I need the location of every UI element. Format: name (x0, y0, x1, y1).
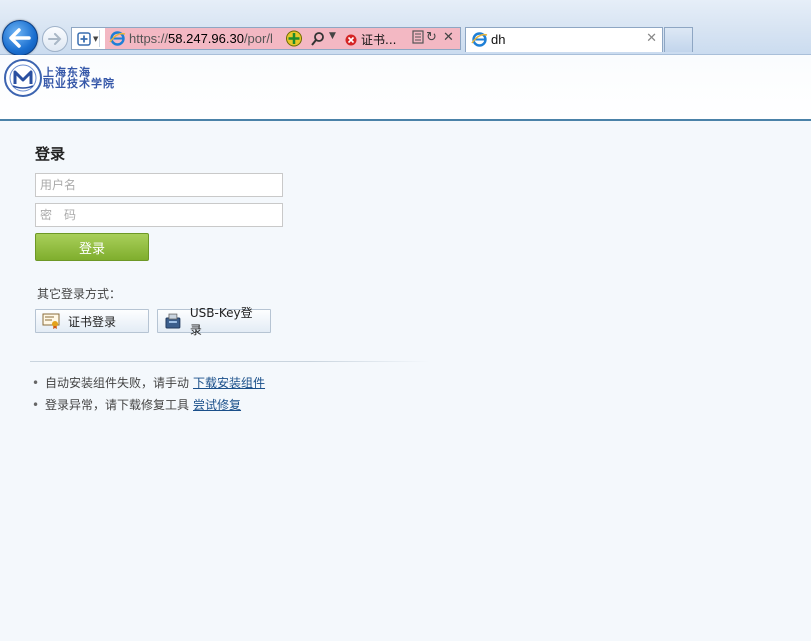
section-divider (30, 361, 430, 362)
arrow-right-icon (48, 33, 62, 45)
browser-toolbar: ▼ https://58.247.96.30/por/l ▼ 证书... ↻ ✕… (0, 0, 811, 56)
url-text[interactable]: https://58.247.96.30/por/l (129, 31, 281, 47)
compat-page-icon[interactable] (412, 30, 424, 48)
site-security-button[interactable]: ▼ (74, 30, 100, 47)
ie-tab-icon (471, 31, 488, 51)
back-button[interactable] (2, 20, 38, 56)
login-button[interactable]: 登录 (35, 233, 149, 261)
stop-icon[interactable]: ✕ (443, 30, 454, 45)
search-icon[interactable] (310, 31, 326, 50)
try-repair-link[interactable]: 尝试修复 (193, 396, 241, 413)
help-text-download: 自动安装组件失败，请手动 (45, 376, 190, 390)
usb-key-icon (165, 313, 181, 329)
search-dropdown-icon[interactable]: ▼ (329, 31, 336, 41)
list-item: • 登录异常，请下载修复工具 尝试修复 (32, 396, 265, 413)
bullet-icon: • (32, 375, 40, 390)
arrow-left-icon (9, 28, 31, 48)
tab-close-icon[interactable]: ✕ (646, 31, 657, 46)
login-title: 登录 (35, 145, 66, 163)
refresh-icon[interactable]: ↻ (426, 30, 437, 45)
help-text-repair: 登录异常，请下载修复工具 (45, 398, 190, 412)
ie-page-icon (109, 30, 126, 50)
shield-plus-icon (77, 31, 91, 46)
other-login-methods-label: 其它登录方式： (37, 287, 122, 301)
school-seal-logo (4, 59, 42, 97)
new-tab-button[interactable] (664, 27, 693, 52)
help-list: • 自动安装组件失败，请手动 下载安装组件 • 登录异常，请下载修复工具 尝试修… (32, 374, 265, 413)
usbkey-login-button[interactable]: USB-Key登录 (157, 306, 271, 337)
bullet-icon: • (32, 397, 40, 412)
certificate-error-label: 证书... (361, 33, 397, 47)
certificate-icon (42, 313, 60, 329)
certificate-login-label: 证书登录 (68, 314, 117, 329)
browser-tab[interactable]: dh ✕ (465, 27, 663, 52)
download-components-link[interactable]: 下载安装组件 (193, 374, 265, 391)
site-header: 上海东海 职业技术学院 (0, 55, 811, 121)
school-name-logo: 上海东海 职业技术学院 (43, 66, 115, 90)
forward-button[interactable] (42, 26, 68, 52)
username-input[interactable] (35, 173, 283, 197)
tab-title: dh (491, 32, 506, 47)
certificate-error-button[interactable]: 证书... (345, 31, 396, 48)
list-item: • 自动安装组件失败，请手动 下载安装组件 (32, 374, 265, 391)
chevron-down-icon: ▼ (93, 34, 99, 43)
address-bar[interactable]: ▼ https://58.247.96.30/por/l ▼ 证书... ↻ ✕ (71, 27, 461, 50)
compatibility-view-icon[interactable] (285, 30, 303, 50)
password-input[interactable] (35, 203, 283, 227)
usbkey-login-label: USB-Key登录 (189, 306, 253, 337)
certificate-login-button[interactable]: 证书登录 (35, 309, 149, 333)
error-icon (345, 34, 357, 45)
